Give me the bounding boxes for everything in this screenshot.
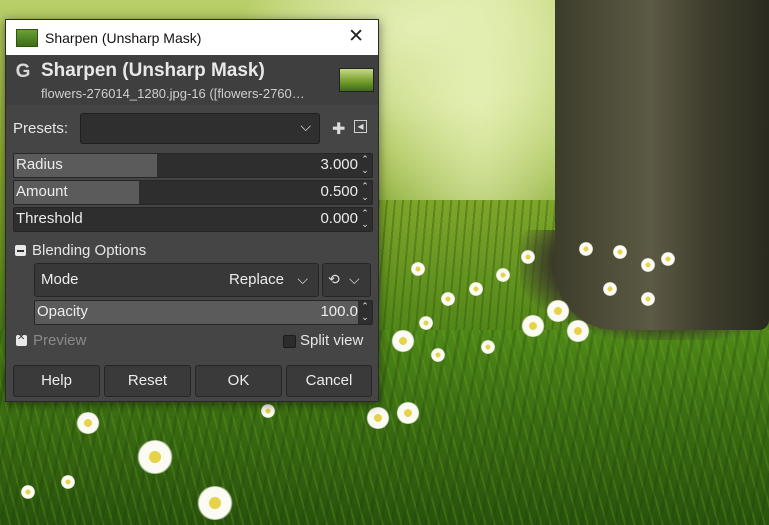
radius-label: Radius <box>16 156 63 173</box>
preview-checkbox[interactable] <box>16 332 27 346</box>
reset-button[interactable]: Reset <box>104 365 191 397</box>
spin-arrows-icon[interactable]: ⌃ ⌄ <box>360 154 370 176</box>
threshold-value: 0.000 <box>320 210 358 227</box>
collapse-icon[interactable] <box>15 245 26 256</box>
dialog-title: Sharpen (Unsharp Mask) <box>41 60 265 81</box>
opacity-value: 100.0 <box>320 303 358 320</box>
image-name: flowers-276014_1280.jpg-16 ([flowers-276… <box>41 86 305 101</box>
spin-arrows-icon[interactable]: ⌃ ⌄ <box>360 301 370 323</box>
window-titlebar[interactable]: Sharpen (Unsharp Mask) ✕ <box>6 20 378 55</box>
threshold-spinscale[interactable]: Threshold 0.000 ⌃ ⌄ <box>13 207 373 232</box>
tree-trunk <box>555 0 769 330</box>
presets-menu-icon[interactable]: ◂ <box>354 120 367 133</box>
threshold-label: Threshold <box>16 210 83 227</box>
cancel-button[interactable]: Cancel <box>286 365 372 397</box>
opacity-spinscale[interactable]: Opacity 100.0 ⌃ ⌄ <box>34 300 373 325</box>
gimp-logo-icon: G <box>15 61 31 82</box>
add-preset-icon[interactable]: ✚ <box>332 119 345 139</box>
spin-arrows-icon[interactable]: ⌃ ⌄ <box>360 208 370 230</box>
composite-mode-icon: ⟲ <box>328 271 340 287</box>
amount-value: 0.500 <box>320 183 358 200</box>
split-view-checkbox[interactable] <box>283 335 296 348</box>
chevron-down-icon: ⌵ <box>297 271 308 287</box>
help-button[interactable]: Help <box>13 365 100 397</box>
presets-combo[interactable]: ⌵ <box>80 113 320 144</box>
app-icon <box>16 28 38 47</box>
dialog-header: G Sharpen (Unsharp Mask) flowers-276014_… <box>6 55 378 105</box>
mode-value: Replace <box>228 271 284 288</box>
ok-button[interactable]: OK <box>195 365 282 397</box>
amount-label: Amount <box>16 183 68 200</box>
amount-spinscale[interactable]: Amount 0.500 ⌃ ⌄ <box>13 180 373 205</box>
window-title: Sharpen (Unsharp Mask) <box>45 29 202 46</box>
sharpen-dialog: Sharpen (Unsharp Mask) ✕ G Sharpen (Unsh… <box>5 19 379 402</box>
image-thumbnail <box>339 68 374 92</box>
chevron-down-icon: ⌵ <box>349 271 360 287</box>
composite-mode-combo[interactable]: ⟲ ⌵ <box>322 263 371 297</box>
blending-options-label: Blending Options <box>32 242 147 259</box>
mode-combo[interactable]: Mode Replace ⌵ <box>34 263 319 297</box>
mode-label: Mode <box>41 271 79 288</box>
spin-arrows-icon[interactable]: ⌃ ⌄ <box>360 181 370 203</box>
presets-label: Presets: <box>13 120 69 137</box>
opacity-label: Opacity <box>37 303 88 320</box>
radius-value: 3.000 <box>320 156 358 173</box>
radius-spinscale[interactable]: Radius 3.000 ⌃ ⌄ <box>13 153 373 178</box>
split-view-label: Split view <box>300 332 364 349</box>
chevron-down-icon: ⌵ <box>300 118 311 134</box>
close-icon[interactable]: ✕ <box>348 27 364 46</box>
preview-label: Preview <box>33 332 87 349</box>
